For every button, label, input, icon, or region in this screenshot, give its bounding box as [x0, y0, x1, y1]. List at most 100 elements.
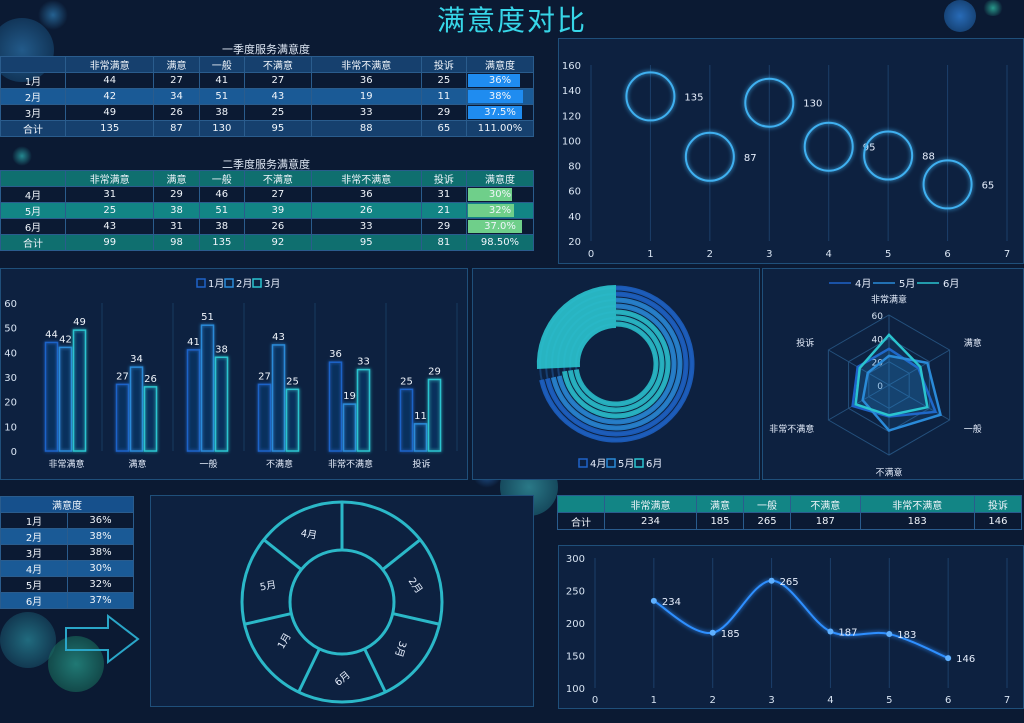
bar-value-label: 42 [59, 334, 72, 345]
legend-swatch [578, 458, 588, 468]
legend-swatch [196, 278, 206, 288]
table-cell: 88 [310, 120, 422, 137]
radar-axis-label: 非常不满意 [769, 423, 814, 435]
table-cell: 65 [420, 120, 468, 137]
column-header: 非常满意 [64, 170, 155, 187]
q2-table: 非常满意 满意 一般 不满意 非常不满意 投诉 满意度 4月 31 29 46 27 36 31 30% 5月… [0, 170, 534, 251]
ring-segment-label: 6月 [333, 669, 353, 689]
row-label: 1月 [0, 72, 66, 89]
table-cell: 44 [64, 72, 155, 89]
rate-value: 36% [488, 75, 512, 86]
legend-label: 3月 [264, 278, 280, 290]
total-table: 非常满意 满意 一般 不满意 非常不满意 投诉 合计 234 185 265 187 183 146 [556, 495, 1023, 530]
y-tick-label: 40 [4, 348, 17, 359]
table-cell: 37% [67, 592, 134, 609]
y-tick-label: 80 [568, 162, 581, 173]
y-tick-label: 300 [566, 554, 585, 565]
table-cell: 38% [67, 528, 134, 545]
y-tick-label: 20 [568, 237, 581, 248]
x-tick-label: 4 [827, 695, 833, 706]
bar [143, 386, 158, 452]
radar-axis-label: 投诉 [796, 337, 814, 349]
bar-value-label: 27 [116, 371, 129, 382]
bar-chart: 01020304050601月 2月 3月44 4249非常满意273426满意415… [4, 278, 458, 470]
legend-label: 6月 [646, 458, 662, 470]
scatter-chart: 0 1 2 3 4 5 6 720406080100120140160135871309588… [562, 61, 1010, 260]
scatter-panel: 0 1 2 3 4 5 6 7 20 40 60 80 100 120 140 160 135 87 130 95 88… [558, 38, 1024, 264]
q1-header-row: 非常满意 满意 一般 不满意 非常不满意 投诉 满意度 [0, 56, 534, 73]
table-row: 3月 38% [0, 544, 134, 561]
x-tick-label: 7 [1004, 695, 1010, 706]
row-label: 合计 [0, 234, 66, 251]
data-point [768, 577, 775, 584]
table-cell: 146 [973, 512, 1023, 530]
table-row: 3月 49 26 38 25 33 29 37.5% [0, 104, 534, 121]
x-tick-label: 非常满意 [48, 458, 84, 470]
row-label: 5月 [0, 576, 68, 593]
column-header [556, 495, 606, 513]
x-tick-label: 5 [885, 249, 891, 260]
table-cell: 32% [67, 576, 134, 593]
table-cell: 27 [243, 72, 312, 89]
column-header: 非常满意 [64, 56, 155, 73]
legend-label: 2月 [236, 278, 252, 290]
ring-highlight [536, 284, 616, 369]
bar-value-label: 26 [144, 374, 157, 385]
bar [214, 356, 229, 452]
bar [257, 383, 272, 452]
table-cell: 39 [243, 202, 312, 219]
data-label: 87 [744, 153, 757, 164]
table-cell: 43 [64, 218, 155, 235]
radar-panel: 4月5月6月非常满意满意一般不满意非常不满意投诉0204060 [762, 268, 1024, 480]
y-tick-label: 40 [568, 212, 581, 223]
table-cell: 92 [243, 234, 312, 251]
radar-chart: 4月5月6月非常满意满意一般不满意非常不满意投诉0204060 [769, 278, 982, 478]
radar-axis-label: 非常满意 [871, 294, 907, 306]
table-cell: 187 [790, 512, 861, 530]
rate-value: 38% [488, 91, 512, 102]
row-label: 4月 [0, 186, 66, 203]
y-tick-label: 160 [562, 61, 581, 72]
y-tick-label: 100 [566, 684, 585, 695]
table-cell: 81 [420, 234, 468, 251]
ring-divider [262, 538, 303, 571]
table-cell: 26 [243, 218, 312, 235]
total-header-row: 非常满意 满意 一般 不满意 非常不满意 投诉 [556, 495, 1023, 513]
ring-divider [244, 612, 292, 626]
bar [129, 366, 144, 452]
table-cell: 38 [198, 218, 245, 235]
table-row: 6月 43 31 38 26 33 29 37.0% [0, 218, 534, 235]
table-cell: 36 [310, 72, 422, 89]
rate-value: 37.5% [484, 107, 516, 118]
row-label: 2月 [0, 528, 68, 545]
table-cell: 27 [243, 186, 312, 203]
table-cell: 21 [420, 202, 468, 219]
radial-panel: 4月 5月 6月 [472, 268, 760, 480]
column-header: 非常不满意 [310, 56, 422, 73]
table-cell: 33 [310, 104, 422, 121]
data-label: 183 [897, 630, 916, 641]
data-point [886, 631, 893, 638]
bar-value-label: 29 [428, 366, 441, 377]
x-tick-label: 2 [707, 249, 713, 260]
bar [356, 368, 371, 452]
radar-axis-label: 不满意 [875, 466, 902, 478]
table-cell: 29 [420, 218, 468, 235]
q1-table: 非常满意 满意 一般 不满意 非常不满意 投诉 满意度 1月 44 27 41 27 36 25 36% 2月… [0, 56, 534, 137]
line-panel: 0 1 2 3 4 5 6 7 100 150 200 250 300 234 185 265 187 183 14… [558, 545, 1024, 709]
y-tick-label: 10 [4, 422, 17, 433]
table-cell: 234 [604, 512, 697, 530]
bar [285, 388, 300, 452]
x-tick-label: 满意 [128, 458, 146, 470]
rate-cell: 111.00% [466, 120, 534, 137]
data-point [827, 628, 834, 635]
table-cell: 49 [64, 104, 155, 121]
bar [427, 378, 442, 452]
data-point [709, 629, 716, 636]
column-header: 满意度 [0, 496, 134, 513]
row-label: 3月 [0, 104, 66, 121]
rate-cell: 32% [466, 202, 534, 219]
table-cell: 27 [153, 72, 200, 89]
bar [186, 349, 201, 452]
table-cell: 51 [198, 88, 245, 105]
